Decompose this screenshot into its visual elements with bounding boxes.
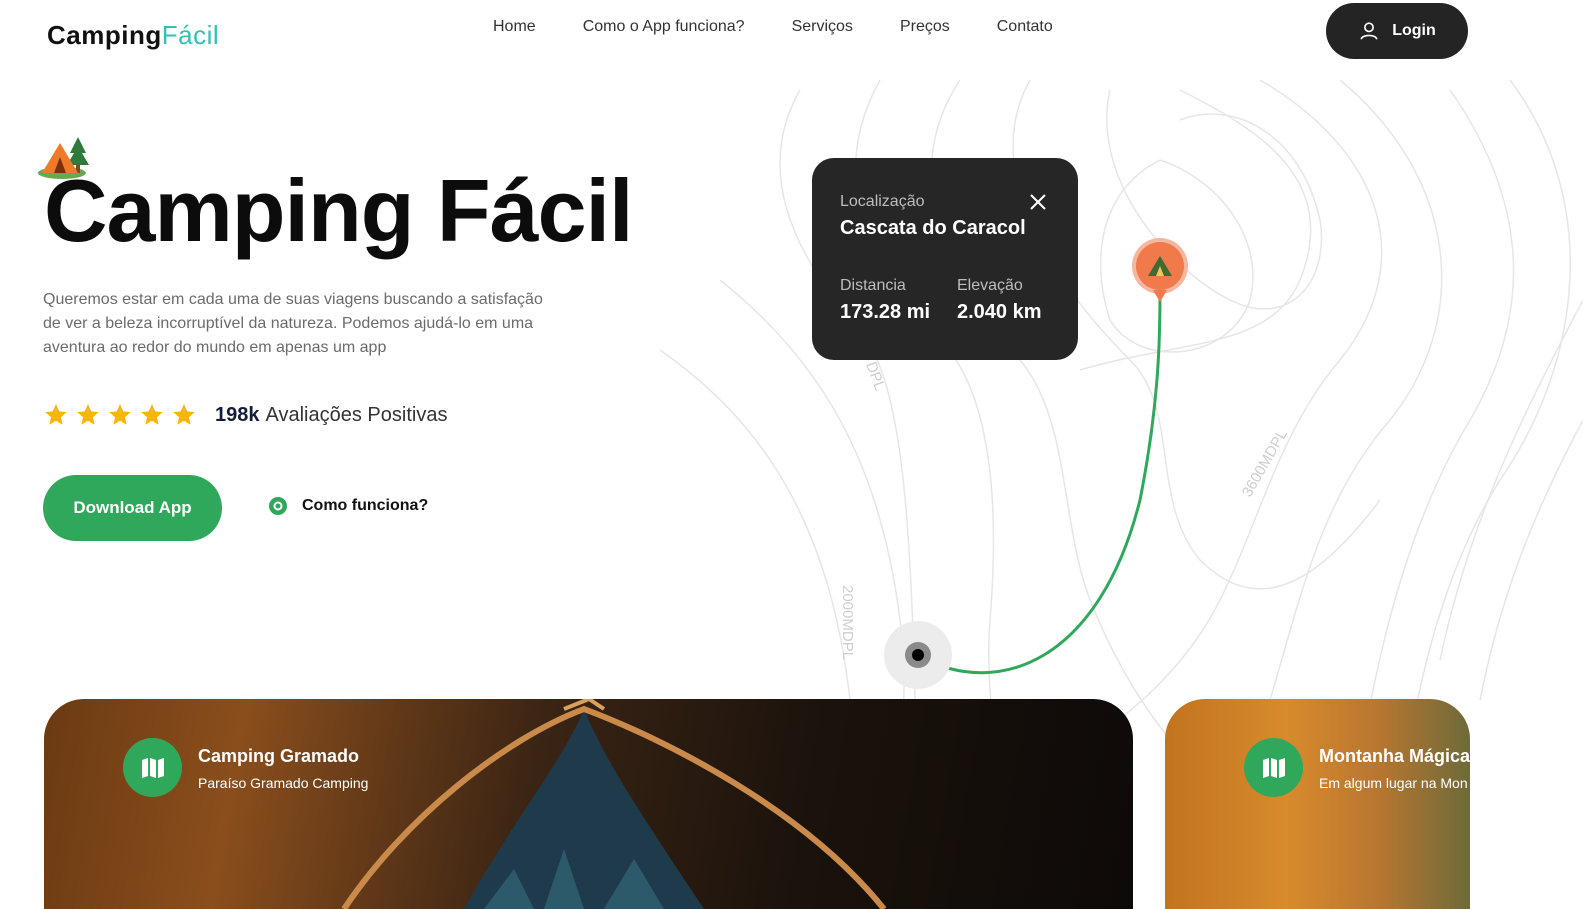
card-title: Camping Gramado (198, 746, 360, 766)
start-marker[interactable] (884, 621, 952, 689)
contour-label-3600: 3600MDPL (1239, 427, 1291, 500)
elevation-label: Elevação (957, 277, 1023, 294)
card-title: Montanha Mágica (1319, 746, 1470, 766)
download-app-button[interactable]: Download App (43, 475, 222, 541)
destination-pin[interactable] (1132, 238, 1188, 302)
location-name: Cascata do Caracol (840, 217, 1026, 239)
star-icon (141, 404, 163, 425)
map-icon (141, 757, 164, 778)
location-info-card: Localização Cascata do Caracol Distancia… (812, 158, 1078, 360)
nav-how-it-works[interactable]: Como o App funciona? (583, 18, 745, 36)
rating: 198k Avaliações Positivas (43, 402, 447, 428)
brand-name-part1: Camping (47, 20, 162, 50)
login-button[interactable]: Login (1326, 3, 1468, 59)
distance-value: 173.28 mi (840, 301, 931, 323)
login-label: Login (1392, 22, 1436, 39)
card-subtitle: Em algum lugar na Mon (1319, 775, 1468, 791)
how-it-works-label: Como funciona? (302, 497, 429, 514)
user-icon (1360, 22, 1378, 40)
how-it-works-link[interactable]: Como funciona? (268, 496, 428, 516)
brand-name-part2: Fácil (161, 20, 220, 50)
location-label: Localização (840, 193, 925, 210)
tent-photo (341, 699, 887, 909)
nav-services[interactable]: Serviços (792, 18, 853, 36)
rating-count: 198k (215, 403, 260, 426)
map-icon-badge (123, 738, 182, 797)
nav-pricing[interactable]: Preços (900, 18, 950, 36)
contour-label-partial: DPL (862, 360, 888, 393)
nav-home[interactable]: Home (493, 18, 536, 36)
nav-contact[interactable]: Contato (997, 18, 1053, 36)
close-icon[interactable] (1028, 192, 1048, 212)
distance-stat: Distancia 173.28 mi (840, 277, 930, 324)
star-rating (43, 402, 197, 428)
rating-label: Avaliações Positivas (265, 403, 448, 426)
camp-card-gramado[interactable]: Camping Gramado Paraíso Gramado Camping (44, 699, 1133, 909)
camp-card-montanha[interactable]: Montanha Mágica Em algum lugar na Mon (1165, 699, 1470, 909)
card-subtitle: Paraíso Gramado Camping (198, 775, 369, 791)
hero-description: Queremos estar em cada uma de suas viage… (43, 291, 543, 356)
star-icon (173, 404, 195, 425)
play-circle-icon (269, 497, 287, 515)
star-icon (77, 404, 99, 425)
contour-label-2000: 2000MDPL (839, 585, 856, 660)
main-nav: Home Como o App funciona? Serviços Preço… (493, 18, 1100, 36)
star-icon (45, 404, 67, 425)
distance-label: Distancia (840, 277, 906, 294)
brand-logo[interactable]: CampingFácil (47, 20, 219, 51)
elevation-stat: Elevação 2.040 km (957, 277, 1042, 324)
star-icon (109, 404, 131, 425)
elevation-value: 2.040 km (957, 301, 1042, 323)
map-icon-badge (1244, 738, 1303, 797)
map-icon (1262, 757, 1285, 778)
hero-title: Camping Fácil (44, 161, 633, 260)
